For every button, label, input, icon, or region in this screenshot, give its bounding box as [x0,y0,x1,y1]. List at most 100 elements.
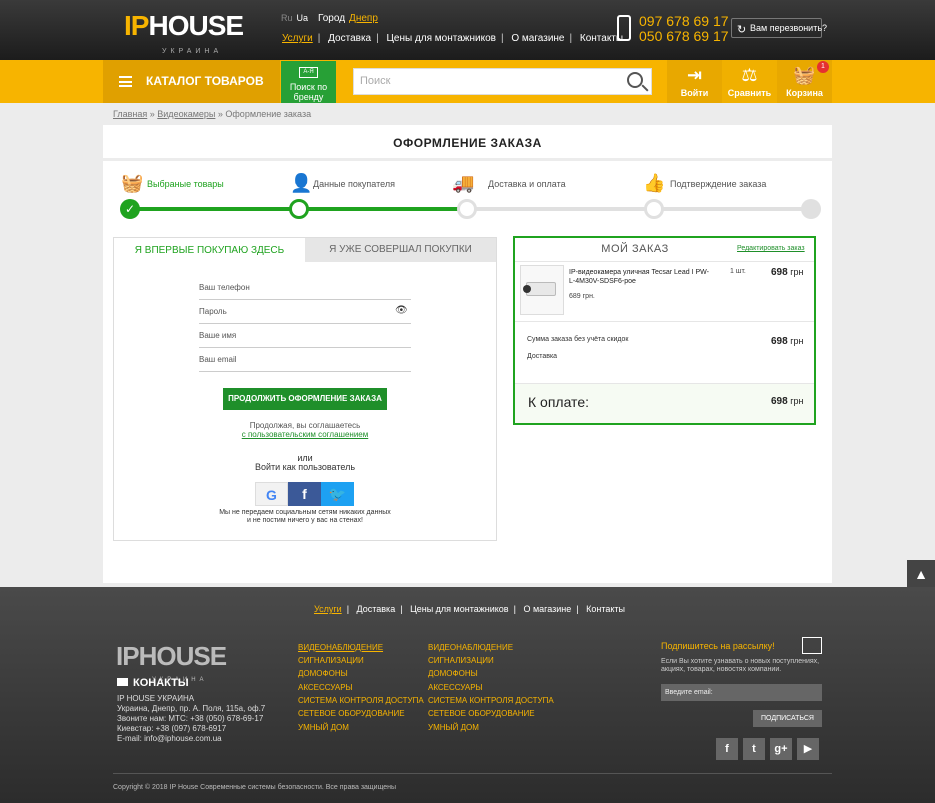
login-button[interactable]: ⇥ Войти [667,60,722,103]
phone-2[interactable]: 050 678 69 17 [639,29,729,44]
google-login-icon[interactable]: G [255,482,288,506]
product-name[interactable]: IP-видеокамера уличная Tecsar Lead I PW-… [569,268,709,286]
brand-az-icon: А-Я [299,67,318,78]
city-selector: Город Днепр [318,13,378,24]
currency: грн [790,336,804,346]
footer-logo[interactable]: IPHOUSE УКРАИНА [116,643,227,683]
footer-link[interactable]: АКСЕССУАРЫ [428,683,483,692]
footer-link[interactable]: УМНЫЙ ДОМ [428,723,479,732]
site-logo[interactable]: IPHOUSE УКРАИНА [124,10,244,56]
currency: грн [790,396,804,406]
privacy-line-1: Мы не передаем социальным сетям никаких … [219,509,391,516]
footer-divider [113,773,832,774]
callback-icon: ↻ [737,24,747,36]
tab-new-customer[interactable]: Я ВПЕРВЫЕ ПОКУПАЮ ЗДЕСЬ [114,238,305,263]
footer-link[interactable]: ВИДЕОНАБЛЮДЕНИЕ [298,643,383,652]
subtotal-label: Сумма заказа без учёта скидок [527,336,629,343]
total-label: К оплате: [528,394,589,410]
subtotal-value: 698 грн [771,336,803,347]
lang-ru[interactable]: Ru [281,13,293,23]
footer-link[interactable]: ВИДЕОНАБЛЮДЕНИЕ [428,643,513,652]
footer-nav-services[interactable]: Услуги [314,604,342,614]
scroll-up-icon[interactable]: ▲ [907,560,935,588]
youtube-icon[interactable]: ▶ [797,738,819,760]
footer-link[interactable]: АКСЕССУАРЫ [298,683,353,692]
privacy-note: Мы не передаем социальным сетям никаких … [199,509,411,525]
cart-count-badge: 1 [817,61,829,73]
phone-numbers: 097 678 69 17 050 678 69 17 [639,14,729,44]
footer-link[interactable]: СЕТЕВОЕ ОБОРУДОВАНИЕ [298,709,405,718]
facebook-login-icon[interactable]: f [288,482,321,506]
contacts-title: КОНАКТЫ [133,677,189,689]
address-line: E-mail: info@iphouse.com.ua [117,734,222,743]
footer-link[interactable]: СИСТЕМА КОНТРОЛЯ ДОСТУПА [428,696,554,705]
footer-nav-delivery[interactable]: Доставка [357,604,396,614]
brand-search-button[interactable]: А-Я Поиск по бренду [281,61,336,103]
password-field[interactable]: Пароль [199,302,411,324]
compare-button[interactable]: ⚖ Сравнить [722,60,777,103]
step-pending-dot [457,199,477,219]
callback-label: Вам перезвонить? [750,23,828,33]
footer-link[interactable]: УМНЫЙ ДОМ [298,723,349,732]
city-value[interactable]: Днепр [349,13,378,24]
logo-ip: IP [124,10,149,41]
step-buyer-data: Данные покупателя [313,179,395,189]
footer-nav-installers[interactable]: Цены для монтажников [410,604,509,614]
address-line: Украина, Днепр, пр. А. Поля, 115а, оф.7 [117,704,266,713]
email-field[interactable]: Ваш email [199,350,411,372]
phone-icon [617,15,631,41]
address-line: IP HOUSE УКРАИНА [117,694,195,703]
product-price: 689 грн. [569,293,595,300]
envelope-icon [117,678,128,686]
twitter-login-icon[interactable]: 🐦 [321,482,354,506]
nav-services[interactable]: Услуги [282,33,313,44]
tab-returning-customer[interactable]: Я УЖЕ СОВЕРШАЛ ПОКУПКИ [305,238,496,262]
footer-link[interactable]: СЕТЕВОЕ ОБОРУДОВАНИЕ [428,709,535,718]
nav-delivery[interactable]: Доставка [328,33,371,44]
nav-about[interactable]: О магазине [511,33,564,44]
logo-house: HOUSE [148,10,244,41]
callback-button[interactable]: ↻ Вам перезвонить? [731,18,827,38]
breadcrumb: Главная » Видеокамеры » Оформление заказ… [113,109,312,119]
delivery-label: Доставка [527,353,558,360]
item-total-value: 698 [771,267,788,278]
brand-line-1: Поиск по [289,82,328,92]
footer-nav-contacts[interactable]: Контакты [586,604,625,614]
nav-installers[interactable]: Цены для монтажников [387,33,496,44]
crumb-home[interactable]: Главная [113,109,147,119]
footer-link[interactable]: СИГНАЛИЗАЦИИ [298,656,364,665]
crumb-cameras[interactable]: Видеокамеры [157,109,215,119]
currency: грн [790,267,804,277]
step-selected-items: Выбраные товары [147,179,224,189]
phone-1[interactable]: 097 678 69 17 [639,14,729,29]
subscribe-button[interactable]: ПОДПИСАТЬСЯ [753,710,822,727]
footer-link[interactable]: ДОМОФОНЫ [298,669,348,678]
lang-ua[interactable]: Ua [297,13,309,23]
language-switch: Ru Ua [281,13,308,23]
edit-order-link[interactable]: Редактировать заказ [737,245,805,252]
agreement-link[interactable]: с пользовательским соглашением [199,430,411,439]
name-field[interactable]: Ваше имя [199,326,411,348]
subscribe-email-input[interactable]: Введите email: [661,684,822,701]
subtotal-amount: 698 [771,336,788,347]
twitter-icon[interactable]: t [743,738,765,760]
footer-nav-about[interactable]: О магазине [523,604,571,614]
subscribe-text: Если Вы хотите узнавать о новых поступле… [661,658,820,673]
address-line: Звоните нам: МТС: +38 (050) 678-69-17 [117,714,264,723]
subscribe-title: Подпишитесь на рассылку! [661,641,775,651]
continue-order-button[interactable]: ПРОДОЛЖИТЬ ОФОРМЛЕНИЕ ЗАКАЗА [223,388,387,410]
search-icon[interactable] [627,72,643,88]
phone-field[interactable]: Ваш телефон [199,278,411,300]
footer-link[interactable]: СИСТЕМА КОНТРОЛЯ ДОСТУПА [298,696,424,705]
facebook-icon[interactable]: f [716,738,738,760]
cart-label: Корзина [786,88,823,98]
google-plus-icon[interactable]: g+ [770,738,792,760]
search-input[interactable]: Поиск [353,68,652,95]
footer-link[interactable]: СИГНАЛИЗАЦИИ [428,656,494,665]
menu-icon [119,76,132,87]
footer-link[interactable]: ДОМОФОНЫ [428,669,478,678]
eye-icon[interactable]: 👁 [395,305,408,316]
step-delivery-payment: Доставка и оплата [488,179,566,189]
newsletter-icon [802,637,822,654]
copyright: Copyright © 2018 IP House Современные си… [113,784,397,791]
